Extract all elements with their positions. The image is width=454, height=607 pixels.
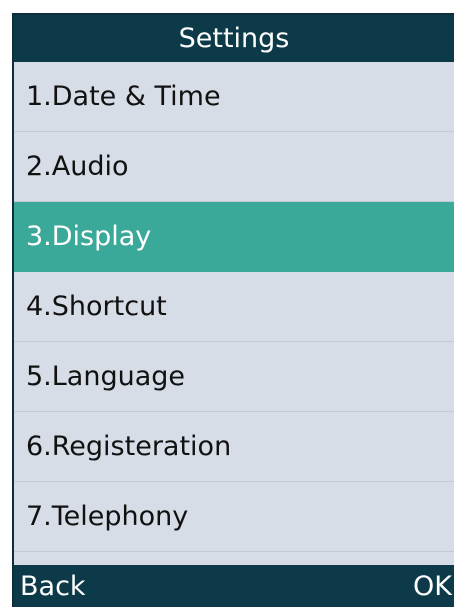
back-softkey[interactable]: Back	[14, 571, 86, 602]
softkey-bar: Back OK	[14, 565, 454, 607]
ok-softkey[interactable]: OK	[413, 571, 454, 602]
menu-item-language[interactable]: 5.Language	[14, 342, 454, 412]
menu-item-shortcut[interactable]: 4.Shortcut	[14, 272, 454, 342]
menu-item-registration[interactable]: 6.Registeration	[14, 412, 454, 482]
menu-item-date-time[interactable]: 1.Date & Time	[14, 62, 454, 132]
settings-screen: Settings 1.Date & Time 2.Audio 3.Display…	[12, 13, 454, 607]
screen-title: Settings	[178, 23, 290, 54]
title-bar: Settings	[14, 15, 454, 62]
menu-item-display[interactable]: 3.Display	[14, 202, 454, 272]
menu-item-telephony[interactable]: 7.Telephony	[14, 482, 454, 552]
settings-menu: 1.Date & Time 2.Audio 3.Display 4.Shortc…	[14, 62, 454, 552]
menu-item-audio[interactable]: 2.Audio	[14, 132, 454, 202]
